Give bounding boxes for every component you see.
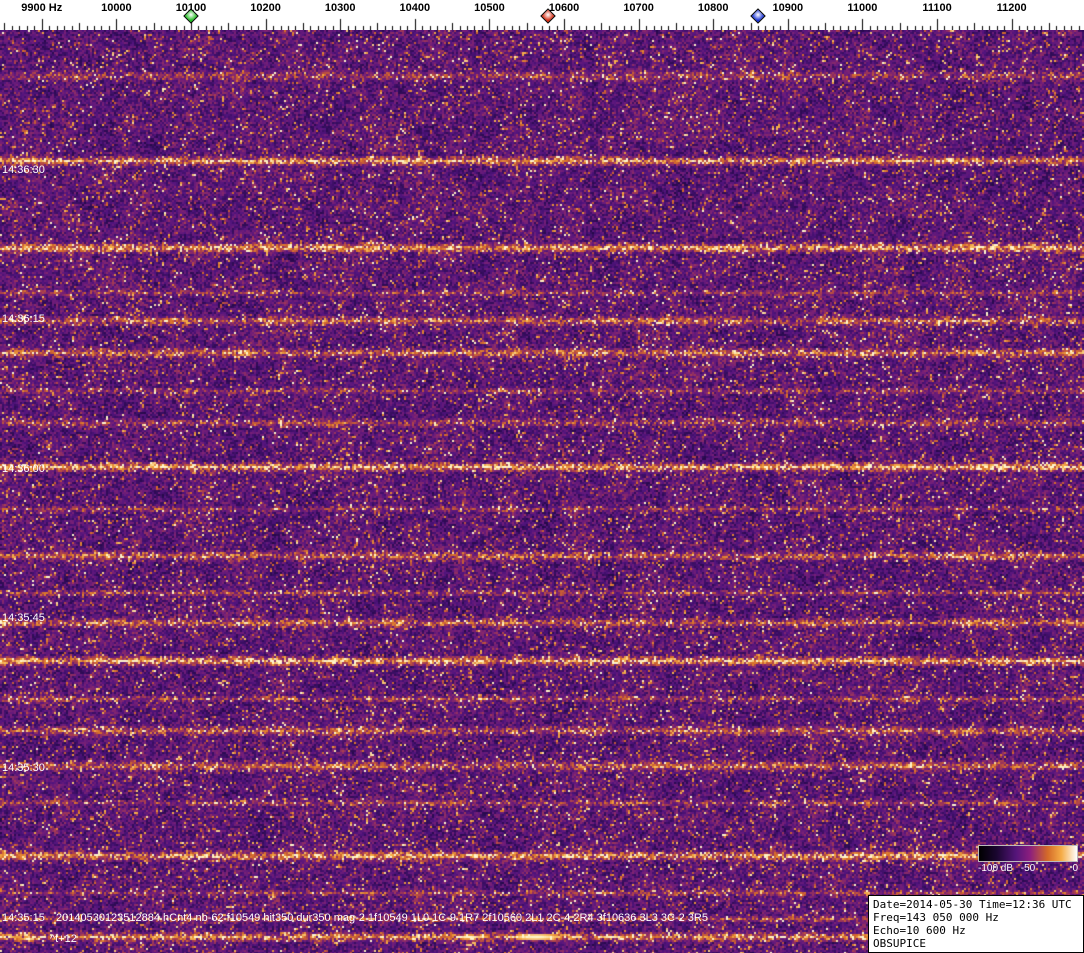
freq-tick-label-10500: 10500 xyxy=(474,2,505,14)
freq-tick-label-11000: 11000 xyxy=(847,2,878,14)
time-label-143530: 14:35:30 xyxy=(2,762,45,774)
time-label-143545: 14:35:45 xyxy=(2,612,45,625)
freq-tick-label-10000: 10000 xyxy=(101,2,132,14)
freq-tick-label-10700: 10700 xyxy=(623,2,654,14)
time-label-143615: 14:36:15 xyxy=(2,313,45,326)
info-echo-frequency: Echo=10 600 Hz xyxy=(873,924,966,937)
freq-tick-label-10800: 10800 xyxy=(697,2,729,14)
colorbar-label-min: -100 dB xyxy=(978,863,1014,874)
colorbar-legend: -100 dB -50 0 xyxy=(978,845,1078,875)
colorbar-label-mid: -50 xyxy=(1020,863,1036,874)
info-frequency: Freq=143 050 000 Hz xyxy=(873,911,999,924)
freq-tick-label-11200: 11200 xyxy=(996,2,1027,14)
observation-info-box: Date=2014-05-30 Time=12:36 UTC Freq=143 … xyxy=(868,895,1084,953)
time-label-143600: 14:36:00 xyxy=(2,462,45,475)
colorbar-label-max: 0 xyxy=(1072,863,1078,874)
info-station-name: OBSUPICE xyxy=(873,937,926,950)
detection-status-text: 20140530123512884 hCnt4 nb-62 f10549 hit… xyxy=(56,912,708,924)
freq-tick-label-10300: 10300 xyxy=(324,2,356,14)
freq-tick-label-10200: 10200 xyxy=(250,2,281,14)
time-label-143630: 14:36:30 xyxy=(2,163,45,176)
freq-tick-label-10600: 10600 xyxy=(548,2,580,14)
meteor-spectrogram-app: 9900 Hz100001010010200103001040010500106… xyxy=(0,0,1084,953)
freq-tick-label-11100: 11100 xyxy=(922,2,952,14)
freq-tick-label-9900: 9900 Hz xyxy=(21,2,63,14)
spectrogram-canvas[interactable] xyxy=(0,30,1084,953)
time-cursor-text: ^t+12 xyxy=(50,933,77,945)
frequency-ruler: 9900 Hz100001010010200103001040010500106… xyxy=(0,0,1084,30)
freq-tick-label-10400: 10400 xyxy=(399,2,431,14)
freq-tick-label-10900: 10900 xyxy=(772,2,804,14)
time-label-143515: 14:35:15 xyxy=(2,911,45,924)
colorbar-labels: -100 dB -50 0 xyxy=(978,863,1078,875)
info-date-time: Date=2014-05-30 Time=12:36 UTC xyxy=(873,898,1072,911)
colorbar-gradient xyxy=(978,845,1078,862)
